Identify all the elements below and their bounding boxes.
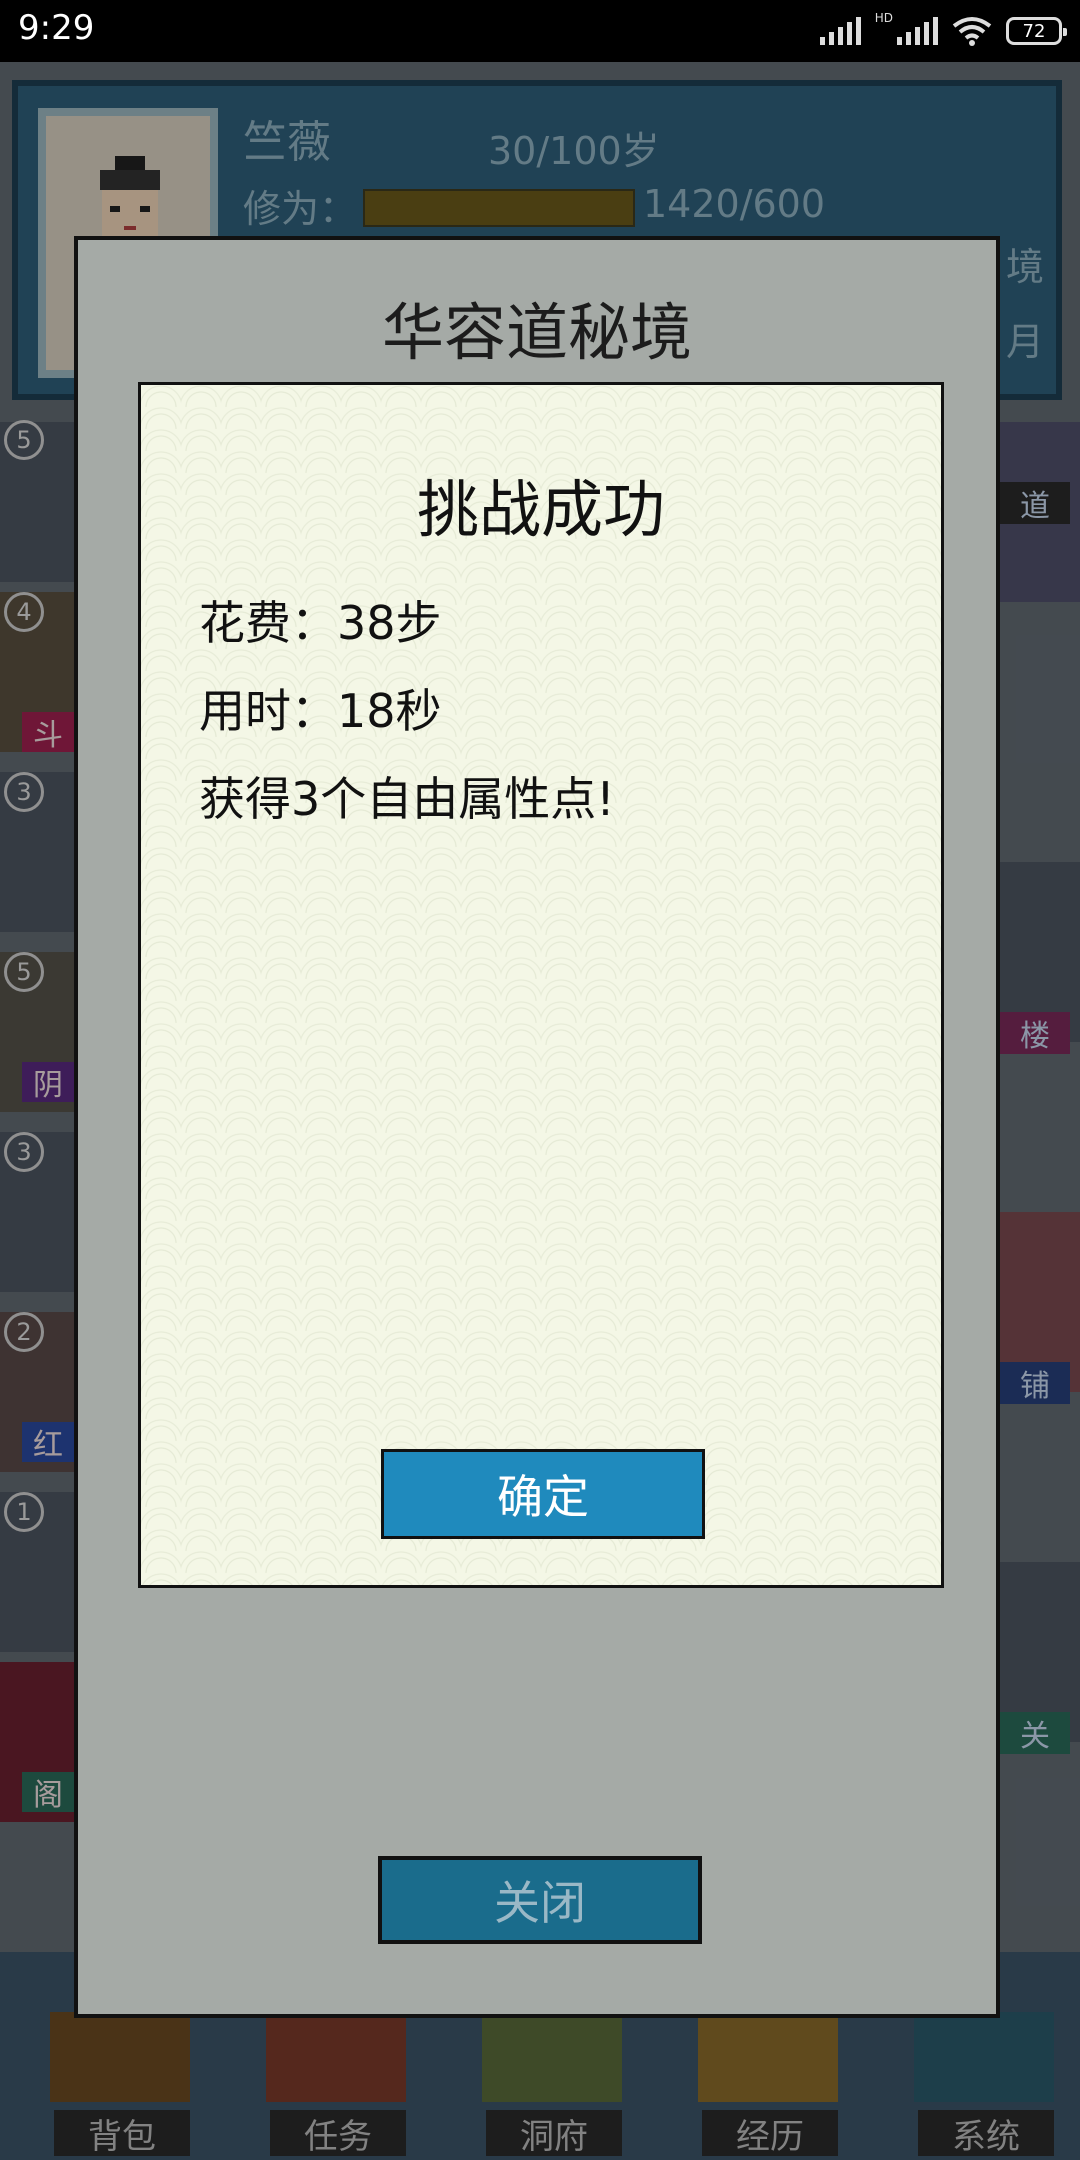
- battery-icon: 72: [1006, 17, 1067, 45]
- cellular-signal-icon: [819, 17, 861, 45]
- hd-label: HD: [874, 11, 893, 25]
- status-icons: HD 72: [819, 11, 1067, 50]
- result-dialog: 挑战成功 花费：38步 用时：18秒 获得3个自由属性点! 确定: [138, 382, 944, 1588]
- cost-text: 花费：38步: [199, 596, 442, 650]
- dialog-title: 华容道秘境: [381, 296, 692, 369]
- screen: 9:29 HD 72 竺薇 30/100岁 修为： 1420/600 境 月 5…: [0, 0, 1080, 2160]
- reward-text: 获得3个自由属性点!: [199, 772, 615, 826]
- close-button[interactable]: 关闭: [378, 1856, 702, 1944]
- status-bar: 9:29 HD 72: [0, 0, 1080, 62]
- confirm-button[interactable]: 确定: [381, 1449, 705, 1539]
- time-text: 用时：18秒: [199, 684, 442, 738]
- battery-level: 72: [1022, 20, 1046, 42]
- wifi-icon: [952, 17, 992, 46]
- result-title: 挑战成功: [416, 473, 665, 546]
- cellular-signal-2-icon: [897, 17, 938, 45]
- status-time: 9:29: [18, 8, 95, 48]
